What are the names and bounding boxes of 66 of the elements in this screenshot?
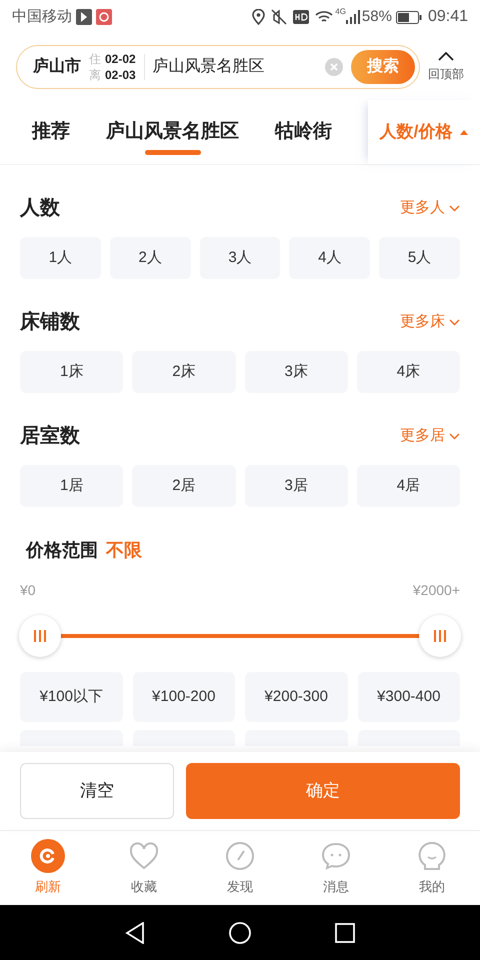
chevron-up-icon: [438, 52, 454, 60]
category-tab[interactable]: 推荐: [32, 100, 70, 164]
chevron-down-icon: [449, 204, 460, 212]
option-chip[interactable]: 2床: [132, 351, 236, 393]
option-chip[interactable]: ¥200-300: [245, 672, 348, 722]
nav-tab[interactable]: 发现: [192, 831, 288, 905]
carrier-name: 中国移动: [12, 6, 72, 27]
price-range-value: 不限: [106, 539, 142, 562]
nav-tab[interactable]: 收藏: [96, 831, 192, 905]
option-chip[interactable]: 1居: [20, 465, 124, 507]
nav-tab[interactable]: 消息: [288, 831, 384, 905]
checkin-date[interactable]: 02-02: [105, 51, 136, 67]
chevron-down-icon: [449, 432, 460, 440]
hd-icon: [293, 10, 310, 24]
face-icon: [418, 841, 446, 872]
battery-icon: [396, 10, 422, 24]
option-chip[interactable]: 4床: [356, 351, 460, 393]
back-to-top-button[interactable]: 回顶部: [428, 52, 464, 82]
clock: 09:41: [428, 7, 468, 27]
category-tab[interactable]: 牯岭街: [275, 100, 332, 164]
option-chip[interactable]: 1人: [20, 237, 101, 279]
app-icon: [76, 9, 92, 25]
section-title: 居室数: [20, 424, 80, 449]
heart-icon: [129, 842, 159, 870]
slider-handle[interactable]: [19, 615, 61, 657]
option-chip[interactable]: 2人: [110, 237, 191, 279]
wifi-icon: [315, 10, 334, 24]
network-type: 4G: [335, 6, 346, 18]
mute-icon: [271, 9, 288, 25]
option-chip[interactable]: 3人: [200, 237, 280, 279]
checkin-label: 住: [89, 51, 101, 67]
clear-button[interactable]: 清空: [20, 763, 174, 819]
option-chip[interactable]: ¥100-200: [132, 672, 235, 722]
option-chip[interactable]: 5人: [379, 237, 460, 279]
option-chip[interactable]: 4人: [289, 237, 370, 279]
option-chip[interactable]: ¥100以下: [20, 672, 122, 722]
checkout-date[interactable]: 02-03: [105, 67, 136, 83]
min-price-label: ¥0: [20, 581, 36, 600]
slider-handle[interactable]: [419, 615, 461, 657]
location-icon: [252, 9, 266, 25]
battery-percent: 58%: [362, 6, 392, 27]
city-name[interactable]: 庐山市: [33, 55, 81, 79]
option-chip[interactable]: 1床: [20, 351, 124, 393]
option-chip[interactable]: 4居: [356, 465, 460, 507]
checkout-label: 离: [89, 67, 101, 83]
section-title: 价格范围: [26, 539, 98, 562]
section-title: 人数: [20, 196, 60, 221]
option-chip[interactable]: 3居: [244, 465, 348, 507]
compass-icon: [225, 841, 255, 872]
app-icon: [96, 9, 112, 25]
search-query[interactable]: 庐山风景名胜区: [152, 55, 325, 79]
option-chip[interactable]: 2居: [132, 465, 236, 507]
home-icon[interactable]: [229, 922, 251, 944]
option-chip[interactable]: 3床: [244, 351, 348, 393]
nav-tab[interactable]: 我的: [384, 831, 480, 905]
refresh-icon: [31, 839, 65, 874]
signal-icon: [346, 10, 360, 24]
recent-apps-icon[interactable]: [335, 922, 355, 942]
caret-up-icon: [460, 130, 468, 134]
max-price-label: ¥2000+: [412, 581, 460, 600]
option-chip[interactable]: ¥300-400: [358, 672, 460, 722]
chevron-down-icon: [449, 318, 460, 326]
category-tab[interactable]: 庐山风景名胜区: [106, 100, 239, 164]
section-title: 床铺数: [20, 310, 80, 335]
chat-bubble-icon: [321, 842, 351, 870]
back-icon[interactable]: [125, 922, 145, 944]
